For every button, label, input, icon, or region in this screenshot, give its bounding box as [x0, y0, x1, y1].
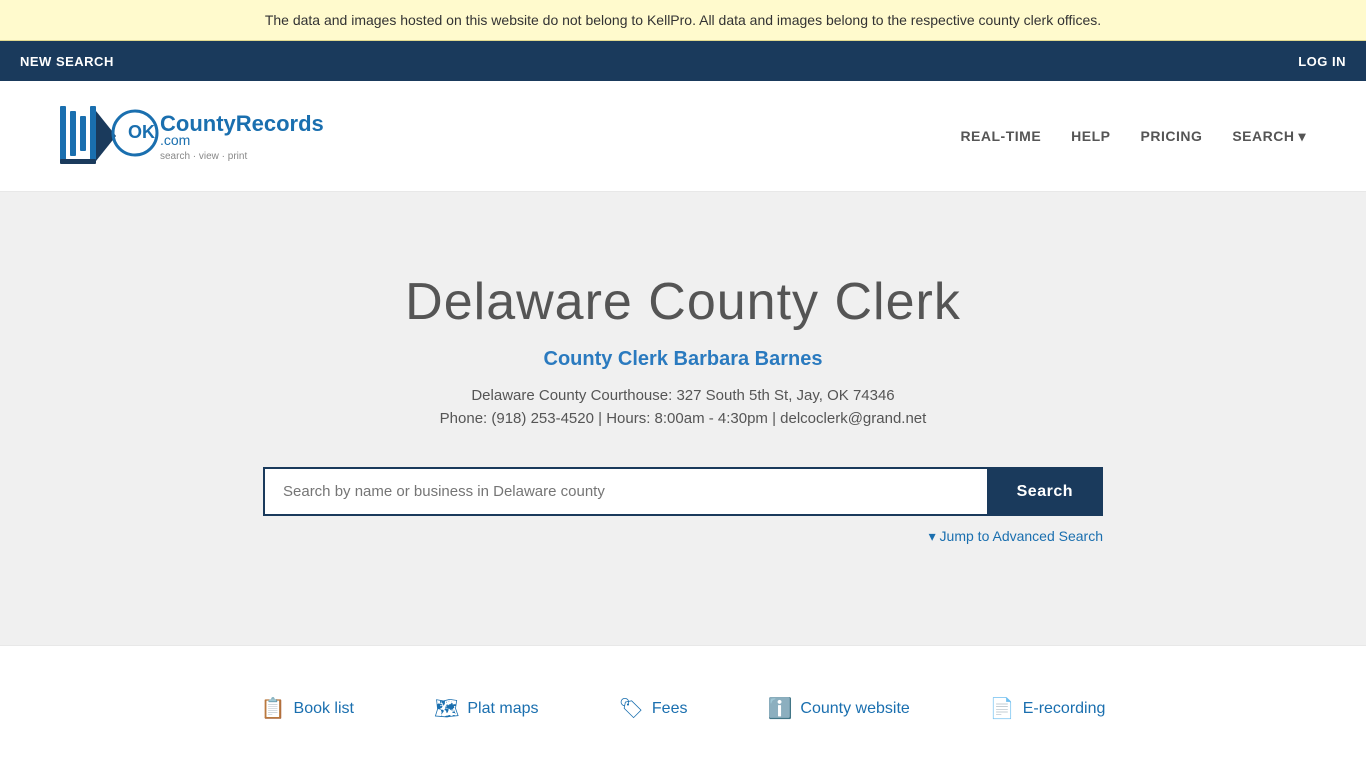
banner-text: The data and images hosted on this websi… — [265, 12, 1101, 28]
search-button[interactable]: Search — [987, 467, 1103, 516]
site-logo[interactable]: OK CountyRecords .com search · view · pr… — [60, 101, 360, 171]
top-navigation: NEW SEARCH LOG IN — [0, 41, 1366, 81]
chevron-down-icon: ▾ — [1298, 128, 1306, 145]
fees-label: Fees — [652, 700, 688, 718]
book-list-icon: 📋 — [261, 696, 286, 721]
nav-search[interactable]: SEARCH ▾ — [1232, 128, 1306, 145]
contact-info: Phone: (918) 253-4520 | Hours: 8:00am - … — [20, 410, 1346, 427]
book-list-label: Book list — [294, 700, 354, 718]
login-link[interactable]: LOG IN — [1298, 54, 1346, 69]
nav-help[interactable]: HELP — [1071, 128, 1110, 144]
svg-text:search · view · print: search · view · print — [160, 151, 247, 162]
e-recording-link[interactable]: 📄 E-recording — [990, 696, 1106, 721]
jump-to-advanced-search[interactable]: ▾ Jump to Advanced Search — [929, 528, 1103, 544]
clerk-name: County Clerk Barbara Barnes — [20, 348, 1346, 371]
svg-text:.com: .com — [160, 132, 190, 148]
plat-maps-link[interactable]: 🗺 Plat maps — [434, 696, 539, 721]
book-list-link[interactable]: 📋 Book list — [261, 696, 354, 721]
county-website-icon: ℹ️ — [767, 696, 792, 721]
svg-text:OK: OK — [128, 122, 155, 142]
new-search-link[interactable]: NEW SEARCH — [20, 54, 114, 69]
footer-links-section: 📋 Book list 🗺 Plat maps 🏷 Fees ℹ️ County… — [0, 645, 1366, 771]
county-website-label: County website — [800, 700, 909, 718]
logo-area: OK CountyRecords .com search · view · pr… — [60, 101, 360, 171]
courthouse-address: Delaware County Courthouse: 327 South 5t… — [20, 387, 1346, 404]
plat-maps-label: Plat maps — [467, 700, 538, 718]
main-navigation: REAL-TIME HELP PRICING SEARCH ▾ — [960, 128, 1306, 145]
plat-maps-icon: 🗺 — [434, 696, 459, 721]
county-website-link[interactable]: ℹ️ County website — [767, 696, 909, 721]
nav-pricing[interactable]: PRICING — [1141, 128, 1203, 144]
page-title: Delaware County Clerk — [20, 272, 1346, 332]
search-input[interactable] — [263, 467, 987, 516]
site-header: OK CountyRecords .com search · view · pr… — [0, 81, 1366, 192]
advanced-search-link: ▾ Jump to Advanced Search — [263, 528, 1103, 545]
e-recording-icon: 📄 — [990, 696, 1015, 721]
search-form: Search — [263, 467, 1103, 516]
fees-link[interactable]: 🏷 Fees — [619, 696, 688, 721]
hero-section: Delaware County Clerk County Clerk Barba… — [0, 192, 1366, 645]
nav-realtime[interactable]: REAL-TIME — [960, 128, 1041, 144]
notice-banner: The data and images hosted on this websi… — [0, 0, 1366, 41]
fees-icon: 🏷 — [619, 696, 644, 721]
e-recording-label: E-recording — [1023, 700, 1106, 718]
